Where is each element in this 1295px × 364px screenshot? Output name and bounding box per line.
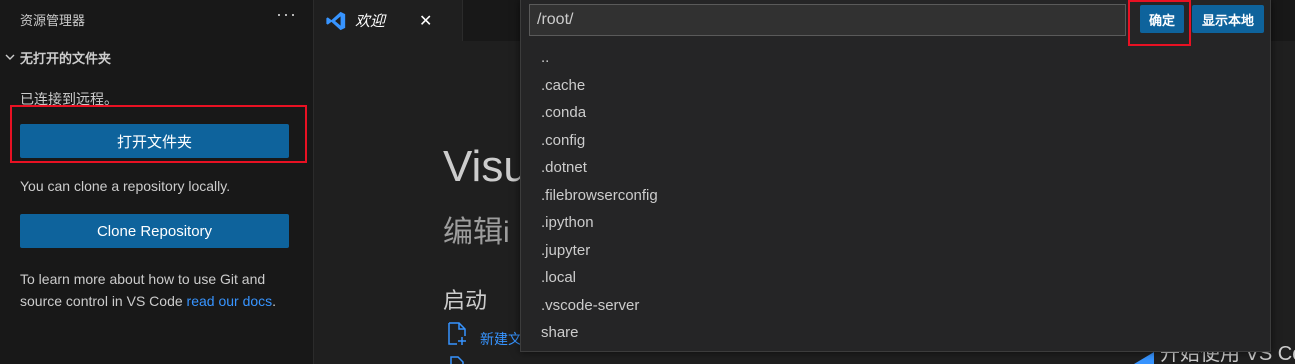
list-item[interactable]: .filebrowserconfig	[520, 182, 1271, 210]
highlight-box-open-folder	[10, 105, 307, 163]
highlight-box-ok	[1128, 0, 1191, 46]
welcome-title: Visu	[443, 142, 528, 191]
welcome-subtitle: 编辑i	[443, 216, 510, 249]
show-local-button[interactable]: 显示本地	[1192, 5, 1264, 33]
no-folder-section-header[interactable]: 无打开的文件夹	[0, 46, 314, 68]
tab-label: 欢迎	[355, 13, 386, 30]
list-item[interactable]: .conda	[520, 99, 1271, 127]
learn-more-end: .	[272, 293, 277, 309]
path-input[interactable]: /root/	[529, 4, 1126, 36]
new-file-link[interactable]: 新建文	[480, 329, 522, 349]
more-actions-icon[interactable]: ···	[276, 4, 297, 25]
vscode-logo-icon	[326, 11, 346, 30]
section-title: 无打开的文件夹	[20, 50, 112, 66]
explorer-sidebar: 资源管理器 ··· 无打开的文件夹 已连接到远程。 打开文件夹 You can …	[0, 0, 314, 364]
open-file-icon	[450, 356, 464, 364]
tab-welcome[interactable]: 欢迎 ✕	[315, 0, 463, 41]
clone-repository-button[interactable]: Clone Repository	[20, 214, 289, 248]
list-item[interactable]: .cache	[520, 72, 1271, 100]
clone-description: You can clone a repository locally.	[20, 178, 231, 194]
learn-more-text: To learn more about how to use Git and s…	[20, 268, 295, 312]
close-icon[interactable]: ✕	[419, 11, 432, 31]
read-docs-link[interactable]: read our docs	[187, 293, 273, 309]
list-item[interactable]: .dotnet	[520, 154, 1271, 182]
folder-list: .. .cache .conda .config .dotnet .filebr…	[520, 44, 1271, 347]
list-item[interactable]: share	[520, 319, 1271, 347]
list-item[interactable]: .local	[520, 264, 1271, 292]
chevron-down-icon	[0, 51, 20, 63]
new-file-icon	[448, 322, 466, 345]
list-item[interactable]: .vscode-server	[520, 292, 1271, 320]
sidebar-title: 资源管理器	[20, 13, 86, 28]
list-item[interactable]: ..	[520, 44, 1271, 72]
list-item[interactable]: .jupyter	[520, 237, 1271, 265]
list-item[interactable]: .ipython	[520, 209, 1271, 237]
start-heading: 启动	[443, 288, 488, 313]
list-item[interactable]: .config	[520, 127, 1271, 155]
